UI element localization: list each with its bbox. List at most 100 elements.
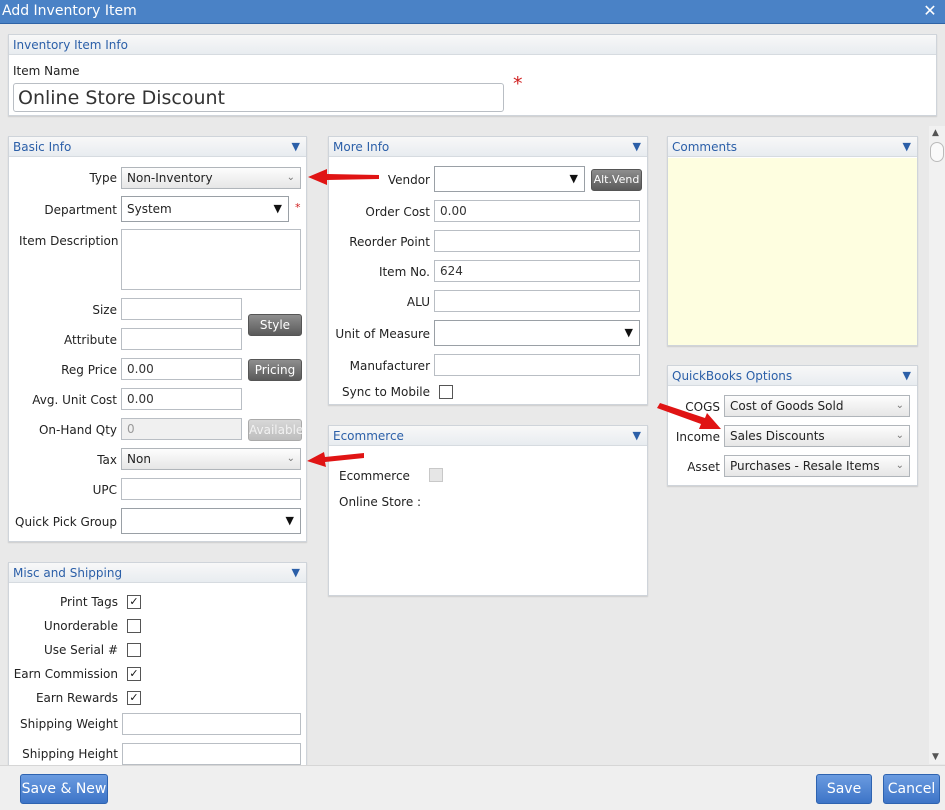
upc-input[interactable] [121, 478, 301, 500]
department-label: Department [44, 203, 117, 217]
panel-header: Misc and Shipping ▼ [9, 563, 306, 583]
panel-header: Basic Info ▼ [9, 137, 306, 157]
type-value: Non-Inventory [127, 171, 213, 185]
sync-to-mobile-label: Sync to Mobile [342, 385, 430, 399]
manufacturer-label: Manufacturer [349, 359, 430, 373]
attribute-label: Attribute [64, 333, 117, 347]
cogs-select[interactable]: Cost of Goods Sold ⌄ [724, 395, 910, 417]
chevron-down-icon: ⌄ [286, 172, 295, 183]
inventory-item-info-panel: Inventory Item Info Item Name Online Sto… [8, 34, 937, 116]
print-tags-checkbox[interactable]: ✓ [127, 595, 141, 609]
department-required-mark: * [295, 201, 301, 214]
tax-select[interactable]: Non ⌄ [121, 448, 301, 470]
dropdown-icon: ▼ [273, 202, 282, 215]
vertical-scrollbar[interactable]: ▲ ▼ [929, 126, 945, 764]
dropdown-icon: ▼ [569, 172, 578, 185]
shipping-weight-input[interactable] [122, 713, 301, 735]
dropdown-icon: ▼ [285, 514, 294, 527]
panel-title: QuickBooks Options [672, 369, 793, 383]
basic-info-panel: Basic Info ▼ Type Non-Inventory ⌄ Depart… [8, 136, 307, 542]
panel-title: Ecommerce [333, 429, 404, 443]
item-description-textarea[interactable] [121, 229, 301, 290]
panel-title: Inventory Item Info [13, 38, 128, 52]
collapse-icon[interactable]: ▼ [292, 566, 300, 579]
vendor-label: Vendor [387, 173, 430, 187]
scrollbar-thumb[interactable] [930, 142, 944, 162]
item-description-label: Item Description [19, 234, 119, 248]
quick-pick-group-select[interactable]: ▼ [121, 508, 301, 534]
alu-input[interactable] [434, 290, 640, 312]
save-button[interactable]: Save [816, 774, 872, 804]
window-titlebar: Add Inventory Item ✕ [0, 0, 945, 24]
item-name-input[interactable]: Online Store Discount [13, 83, 504, 112]
panel-header: Comments ▼ [668, 137, 917, 157]
dropdown-icon: ▼ [624, 326, 633, 339]
manufacturer-input[interactable] [434, 354, 640, 376]
item-no-input[interactable]: 624 [434, 260, 640, 282]
item-name-required-mark: * [513, 73, 523, 95]
close-icon[interactable]: ✕ [921, 2, 939, 20]
use-serial-label: Use Serial # [43, 643, 118, 657]
collapse-icon[interactable]: ▼ [292, 140, 300, 153]
save-and-new-button[interactable]: Save & New [20, 774, 108, 804]
size-input[interactable] [121, 298, 242, 320]
type-label: Type [89, 171, 117, 185]
chevron-down-icon: ⌄ [895, 400, 904, 411]
income-value: Sales Discounts [730, 429, 825, 443]
unit-of-measure-select[interactable]: ▼ [434, 320, 640, 346]
collapse-icon[interactable]: ▼ [903, 369, 911, 382]
vendor-select[interactable]: ▼ [434, 166, 585, 192]
department-select[interactable]: System ▼ [121, 196, 289, 222]
shipping-height-input[interactable] [122, 743, 301, 765]
quick-pick-group-label: Quick Pick Group [15, 515, 117, 529]
shipping-height-label: Shipping Height [22, 747, 118, 761]
alt-vend-button[interactable]: Alt.Vend [591, 169, 642, 191]
avg-unit-cost-input[interactable]: 0.00 [121, 388, 242, 410]
unorderable-checkbox[interactable] [127, 619, 141, 633]
collapse-icon[interactable]: ▼ [633, 429, 641, 442]
income-select[interactable]: Sales Discounts ⌄ [724, 425, 910, 447]
earn-rewards-checkbox[interactable]: ✓ [127, 691, 141, 705]
ecommerce-label: Ecommerce [339, 469, 410, 483]
panel-header: Inventory Item Info [9, 35, 936, 55]
alu-label: ALU [406, 295, 430, 309]
sync-to-mobile-checkbox[interactable] [439, 385, 453, 399]
unorderable-label: Unorderable [43, 619, 118, 633]
ecommerce-panel: Ecommerce ▼ Ecommerce Online Store : [328, 425, 648, 596]
item-no-label: Item No. [378, 265, 430, 279]
reorder-point-input[interactable] [434, 230, 640, 252]
panel-title: Basic Info [13, 140, 72, 154]
chevron-down-icon: ⌄ [895, 430, 904, 441]
quickbooks-options-panel: QuickBooks Options ▼ COGS Cost of Goods … [667, 365, 918, 486]
pricing-button[interactable]: Pricing [248, 359, 302, 381]
cogs-label: COGS [685, 400, 720, 414]
style-button[interactable]: Style [248, 314, 302, 336]
cancel-button[interactable]: Cancel [883, 774, 940, 804]
panel-header: QuickBooks Options ▼ [668, 366, 917, 386]
income-label: Income [675, 430, 720, 444]
reg-price-label: Reg Price [61, 363, 117, 377]
comments-textarea[interactable] [668, 158, 917, 345]
order-cost-label: Order Cost [365, 205, 430, 219]
use-serial-checkbox[interactable] [127, 643, 141, 657]
collapse-icon[interactable]: ▼ [903, 140, 911, 153]
footer-bar: Save & New Save Cancel [0, 765, 945, 810]
ecommerce-checkbox [429, 468, 443, 482]
panel-title: Misc and Shipping [13, 566, 123, 580]
tax-label: Tax [97, 453, 117, 467]
department-value: System [127, 202, 172, 216]
order-cost-input[interactable]: 0.00 [434, 200, 640, 222]
earn-commission-checkbox[interactable]: ✓ [127, 667, 141, 681]
chevron-down-icon: ⌄ [895, 460, 904, 471]
scroll-up-icon[interactable]: ▲ [932, 128, 939, 138]
asset-label: Asset [687, 460, 720, 474]
collapse-icon[interactable]: ▼ [633, 140, 641, 153]
item-name-label: Item Name [13, 64, 80, 78]
unit-of-measure-label: Unit of Measure [335, 327, 430, 341]
attribute-input[interactable] [121, 328, 242, 350]
asset-select[interactable]: Purchases - Resale Items ⌄ [724, 455, 910, 477]
reg-price-input[interactable]: 0.00 [121, 358, 242, 380]
scroll-down-icon[interactable]: ▼ [932, 752, 939, 762]
type-select[interactable]: Non-Inventory ⌄ [121, 167, 301, 189]
panel-header: More Info ▼ [329, 137, 647, 157]
